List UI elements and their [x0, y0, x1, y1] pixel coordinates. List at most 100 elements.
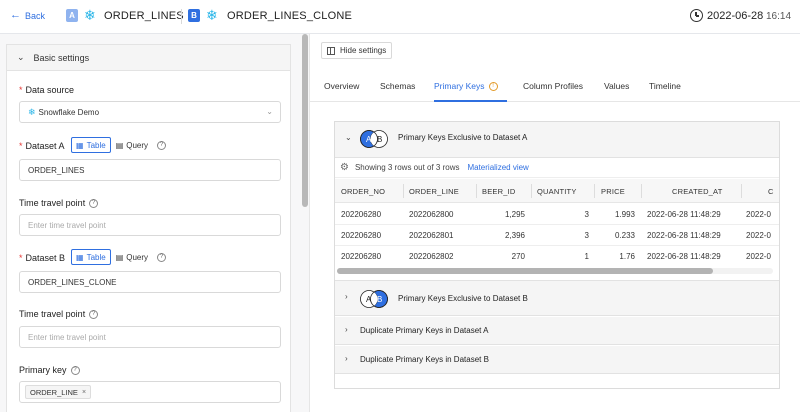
- primary-key-tag-label: ORDER_LINE: [30, 387, 78, 397]
- top-bar: ← Back A ❄ ORDER_LINES B ❄ ORDER_LINES_C…: [0, 0, 800, 34]
- column-divider[interactable]: [403, 184, 404, 198]
- query-mode-label: Query: [126, 252, 149, 262]
- dataset-a-table-mode-button[interactable]: ▦ Table: [71, 137, 111, 153]
- dataset-a-badge: A: [66, 9, 78, 22]
- table-cell: 1.993: [614, 210, 635, 219]
- svg-text:A: A: [366, 135, 372, 144]
- exclusive-a-title: Primary Keys Exclusive to Dataset A: [398, 133, 528, 142]
- dataset-a-query-mode-button[interactable]: ▤ Query: [111, 137, 153, 153]
- primary-key-label-text: Primary key: [19, 365, 67, 375]
- table-cell: 2022062800: [409, 210, 454, 219]
- time-travel-b-label: Time travel point ?: [19, 309, 99, 319]
- dataset-b-label-text: Dataset B: [25, 253, 66, 263]
- required-marker: *: [19, 253, 23, 263]
- help-icon[interactable]: ?: [89, 198, 99, 208]
- column-header[interactable]: C: [768, 179, 774, 203]
- dataset-b-query-mode-button[interactable]: ▤ Query: [111, 249, 153, 265]
- table-cell: 2022-0: [746, 252, 771, 261]
- primary-keys-panel: ⌄ A B Primary Keys Exclusive to Dataset …: [334, 121, 780, 389]
- column-divider[interactable]: [741, 184, 742, 198]
- time-travel-a-placeholder: Enter time travel point: [28, 220, 106, 230]
- dataset-a-input[interactable]: ORDER_LINES: [19, 159, 281, 181]
- table-cell: 2022-0: [746, 231, 771, 240]
- tab-column-profiles[interactable]: Column Profiles: [523, 81, 583, 91]
- help-icon[interactable]: ?: [157, 140, 167, 150]
- exclusive-b-title: Primary Keys Exclusive to Dataset B: [398, 294, 528, 303]
- required-marker: *: [19, 141, 23, 151]
- help-icon[interactable]: ?: [89, 309, 99, 319]
- dataset-b-input[interactable]: ORDER_LINES_CLONE: [19, 271, 281, 293]
- table-icon: ▦: [76, 140, 84, 150]
- data-grid: ORDER_NO ORDER_LINE BEER_ID QUANTITY PRI…: [335, 179, 779, 265]
- dataset-b-badge: B: [188, 9, 200, 22]
- table-mode-label: Table: [86, 252, 106, 262]
- table-cell: 1,295: [504, 210, 525, 219]
- tab-schemas[interactable]: Schemas: [380, 81, 415, 91]
- tab-values[interactable]: Values: [604, 81, 629, 91]
- table-cell: 2022-06-28 11:48:29: [647, 231, 721, 240]
- column-header[interactable]: QUANTITY: [537, 179, 577, 203]
- tab-primary-keys-label: Primary Keys: [434, 81, 485, 91]
- table-cell: 202206280: [341, 231, 382, 240]
- column-divider[interactable]: [594, 184, 595, 198]
- dataset-b-table-mode-button[interactable]: ▦ Table: [71, 249, 111, 265]
- snowflake-icon: ❄: [28, 106, 36, 117]
- exclusive-b-header[interactable]: › A B Primary Keys Exclusive to Dataset …: [335, 280, 779, 316]
- time-travel-b-input[interactable]: Enter time travel point: [19, 326, 281, 348]
- table-cell: 2022-06-28 11:48:29: [647, 252, 721, 261]
- data-source-select[interactable]: ❄ Snowflake Demo ⌄: [19, 101, 281, 123]
- help-icon[interactable]: ?: [157, 252, 167, 262]
- dataset-a-label: * Dataset A: [19, 141, 65, 151]
- tab-overview[interactable]: Overview: [324, 81, 359, 91]
- table-row: 202206280 2022062800 1,295 3 1.993 2022-…: [335, 204, 779, 225]
- sidebar-toggle-icon: [327, 46, 335, 55]
- column-header[interactable]: CREATED_AT: [672, 179, 722, 203]
- data-source-label-text: Data source: [25, 85, 75, 95]
- column-divider[interactable]: [531, 184, 532, 198]
- table-cell: 1: [584, 252, 589, 261]
- materialized-view-link[interactable]: Materialized view: [467, 163, 528, 172]
- column-header[interactable]: PRICE: [601, 179, 625, 203]
- warning-icon: !: [488, 81, 498, 91]
- column-divider[interactable]: [476, 184, 477, 198]
- chevron-down-icon: ⌄: [266, 107, 273, 116]
- chevron-right-icon: ›: [345, 325, 348, 334]
- tab-primary-keys[interactable]: Primary Keys !: [434, 81, 498, 91]
- help-icon[interactable]: ?: [70, 365, 80, 375]
- results-area: Hide settings Overview Schemas Primary K…: [310, 34, 800, 412]
- arrow-left-icon: ←: [10, 9, 21, 21]
- table-mode-label: Table: [86, 140, 106, 150]
- venn-a-icon: A B: [360, 130, 388, 148]
- chevron-right-icon: ›: [345, 354, 348, 363]
- basic-settings-header[interactable]: ⌄ Basic settings: [7, 45, 290, 71]
- gear-icon[interactable]: ⚙: [340, 162, 349, 173]
- table-row: 202206280 2022062801 2,396 3 0.233 2022-…: [335, 225, 779, 246]
- primary-key-select[interactable]: ORDER_LINE ×: [19, 381, 281, 403]
- dataset-a-value: ORDER_LINES: [28, 165, 85, 175]
- table-cell: 2022062801: [409, 231, 454, 240]
- hide-settings-button[interactable]: Hide settings: [321, 42, 393, 59]
- back-button[interactable]: ← Back: [10, 10, 45, 21]
- settings-scrollbar-thumb[interactable]: [302, 34, 308, 207]
- tab-timeline[interactable]: Timeline: [649, 81, 681, 91]
- exclusive-a-header[interactable]: ⌄ A B Primary Keys Exclusive to Dataset …: [335, 122, 779, 158]
- hide-settings-label: Hide settings: [340, 46, 387, 55]
- svg-text:B: B: [377, 295, 382, 304]
- column-header[interactable]: ORDER_NO: [341, 179, 385, 203]
- table-scrollbar-thumb[interactable]: [337, 268, 713, 274]
- duplicate-a-header[interactable]: › Duplicate Primary Keys in Dataset A: [335, 317, 779, 345]
- active-tab-indicator: [434, 100, 507, 102]
- exclusive-a-table: ⚙ Showing 3 rows out of 3 rows Materiali…: [335, 158, 779, 280]
- query-icon: ▤: [115, 140, 124, 150]
- tab-bar: Overview Schemas Primary Keys ! Column P…: [310, 76, 800, 102]
- column-header[interactable]: ORDER_LINE: [409, 179, 459, 203]
- table-toolbar: ⚙ Showing 3 rows out of 3 rows Materiali…: [335, 158, 779, 178]
- time-travel-a-input[interactable]: Enter time travel point: [19, 214, 281, 236]
- venn-b-icon: A B: [360, 290, 388, 308]
- duplicate-b-header[interactable]: › Duplicate Primary Keys in Dataset B: [335, 346, 779, 374]
- column-divider[interactable]: [641, 184, 642, 198]
- table-cell: 3: [584, 210, 589, 219]
- column-header[interactable]: BEER_ID: [482, 179, 516, 203]
- timestamp-date: 2022-06-28: [707, 10, 764, 22]
- close-icon[interactable]: ×: [82, 389, 86, 396]
